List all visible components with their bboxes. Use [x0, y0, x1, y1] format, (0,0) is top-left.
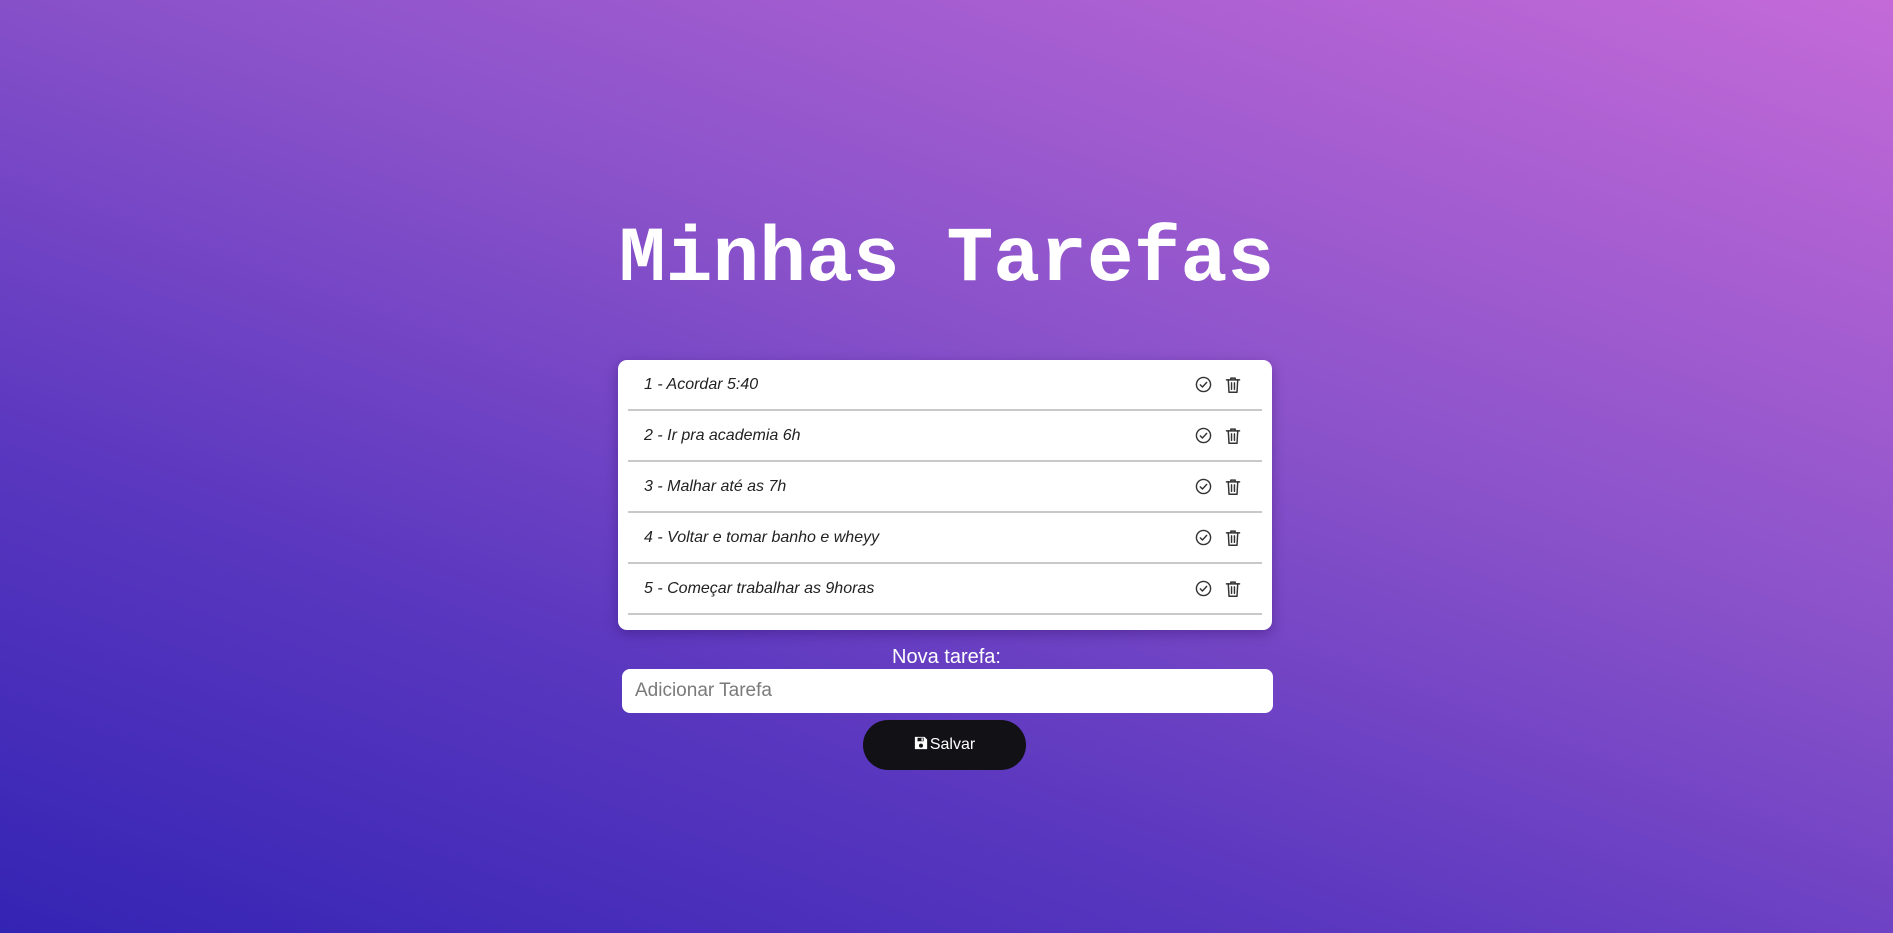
- task-item: 5 - Começar trabalhar as 9horas: [628, 564, 1262, 615]
- check-circle-icon[interactable]: [1194, 477, 1213, 496]
- task-actions: [1194, 477, 1242, 496]
- save-button-label: Salvar: [929, 736, 976, 753]
- task-text: 1 - Acordar 5:40: [644, 375, 759, 393]
- task-item: 2 - Ir pra academia 6h: [628, 411, 1262, 462]
- trash-icon[interactable]: [1223, 579, 1242, 598]
- trash-icon[interactable]: [1223, 426, 1242, 445]
- floppy-disk-icon: [914, 736, 928, 755]
- check-circle-icon[interactable]: [1194, 579, 1213, 598]
- task-actions: [1194, 426, 1242, 445]
- task-item: 1 - Acordar 5:40: [628, 360, 1262, 411]
- new-task-label: Nova tarefa:: [892, 646, 1001, 668]
- new-task-input[interactable]: [622, 669, 1273, 713]
- task-item: 3 - Malhar até as 7h: [628, 462, 1262, 513]
- task-item: 4 - Voltar e tomar banho e wheyy: [628, 513, 1262, 564]
- trash-icon[interactable]: [1223, 375, 1242, 394]
- task-text: 5 - Começar trabalhar as 9horas: [644, 579, 875, 597]
- task-actions: [1194, 528, 1242, 547]
- task-actions: [1194, 375, 1242, 394]
- task-text: 4 - Voltar e tomar banho e wheyy: [644, 528, 880, 546]
- task-list: 1 - Acordar 5:40 2 - Ir pra academia 6h …: [618, 360, 1272, 630]
- task-text: 3 - Malhar até as 7h: [644, 477, 787, 495]
- page-title: Minhas Tarefas: [618, 216, 1275, 304]
- check-circle-icon[interactable]: [1194, 528, 1213, 547]
- check-circle-icon[interactable]: [1194, 375, 1213, 394]
- task-text: 2 - Ir pra academia 6h: [644, 426, 801, 444]
- task-actions: [1194, 579, 1242, 598]
- check-circle-icon[interactable]: [1194, 426, 1213, 445]
- save-button[interactable]: Salvar: [863, 720, 1026, 770]
- trash-icon[interactable]: [1223, 477, 1242, 496]
- trash-icon[interactable]: [1223, 528, 1242, 547]
